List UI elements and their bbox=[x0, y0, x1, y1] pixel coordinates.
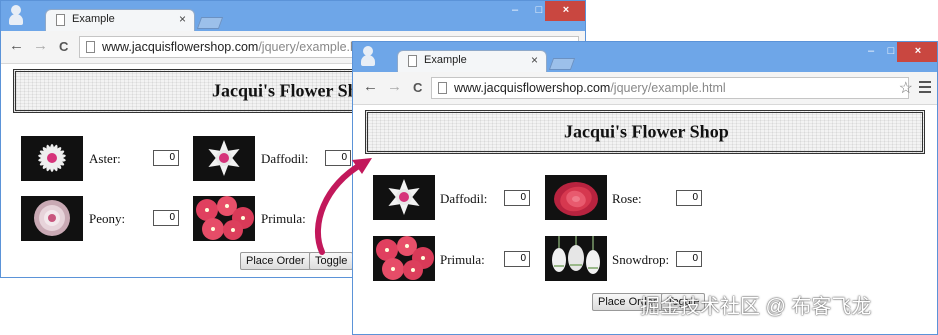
reload-icon[interactable]: C bbox=[59, 39, 68, 54]
page-info-icon bbox=[438, 82, 447, 94]
primula-image bbox=[373, 236, 435, 281]
aster-image bbox=[21, 136, 83, 181]
quantity-input-aster[interactable]: 0 bbox=[153, 150, 179, 166]
shop-banner: Jacqui's Flower Shop bbox=[365, 110, 925, 154]
url-path: /jquery/example.html bbox=[610, 81, 726, 95]
minimize-button[interactable]: – bbox=[503, 1, 527, 21]
flower-label-snowdrop: Snowdrop: bbox=[612, 252, 670, 267]
quantity-input-rose[interactable]: 0 bbox=[676, 190, 702, 206]
flower-label-rose: Rose: bbox=[612, 191, 642, 206]
menu-icon[interactable] bbox=[919, 81, 931, 96]
daffodil-image bbox=[193, 136, 255, 181]
new-tab-button[interactable] bbox=[548, 58, 576, 70]
page-icon bbox=[408, 55, 417, 67]
flower-label-daffodil: Daffodil: bbox=[440, 191, 488, 206]
reload-icon[interactable]: C bbox=[413, 80, 422, 95]
peony-image bbox=[21, 196, 83, 241]
page-icon bbox=[56, 14, 65, 26]
rose-image bbox=[545, 175, 607, 220]
transition-arrow-icon bbox=[315, 158, 372, 255]
daffodil-image bbox=[373, 175, 435, 220]
title-bar: Example × – □ × bbox=[1, 1, 585, 31]
page-title: Jacqui's Flower Shop bbox=[564, 121, 729, 142]
flower-label-peony: Peony: bbox=[89, 211, 126, 226]
profile-avatar-icon[interactable] bbox=[9, 5, 23, 25]
quantity-input-snowdrop[interactable]: 0 bbox=[676, 251, 702, 267]
forward-arrow-icon[interactable]: → bbox=[387, 78, 402, 95]
primula-image bbox=[193, 196, 255, 241]
close-window-button[interactable]: × bbox=[897, 42, 937, 62]
tab-close-icon[interactable]: × bbox=[531, 53, 538, 67]
close-window-button[interactable]: × bbox=[545, 1, 585, 21]
quantity-input-primula[interactable]: 0 bbox=[504, 251, 530, 267]
quantity-input-peony[interactable]: 0 bbox=[153, 210, 179, 226]
title-bar: Example × – □ × bbox=[353, 42, 937, 72]
forward-arrow-icon[interactable]: → bbox=[33, 37, 48, 54]
flower-label-primula: Primula: bbox=[440, 252, 485, 267]
browser-tab[interactable]: Example × bbox=[397, 50, 547, 72]
address-bar[interactable]: www.jacquisflowershop.com/jquery/example… bbox=[431, 77, 909, 99]
profile-avatar-icon[interactable] bbox=[361, 46, 375, 66]
quantity-input-daffodil[interactable]: 0 bbox=[504, 190, 530, 206]
tab-title: Example bbox=[72, 13, 115, 25]
back-arrow-icon[interactable]: ← bbox=[9, 37, 24, 54]
url-host: www.jacquisflowershop.com bbox=[454, 81, 611, 95]
browser-tab[interactable]: Example × bbox=[45, 9, 195, 31]
watermark: 掘金技术社区 @ 布客飞龙 bbox=[640, 296, 872, 318]
browser-toolbar: ← → C www.jacquisflowershop.com/jquery/e… bbox=[353, 72, 937, 105]
page-info-icon bbox=[86, 41, 95, 53]
back-arrow-icon[interactable]: ← bbox=[363, 78, 378, 95]
url-host: www.jacquisflowershop.com bbox=[102, 40, 259, 54]
new-tab-button[interactable] bbox=[196, 17, 224, 29]
flower-label-aster: Aster: bbox=[89, 151, 121, 166]
snowdrop-image bbox=[545, 236, 607, 281]
tab-title: Example bbox=[424, 54, 467, 66]
tab-close-icon[interactable]: × bbox=[179, 12, 186, 26]
bookmark-star-icon[interactable]: ☆ bbox=[899, 78, 913, 98]
